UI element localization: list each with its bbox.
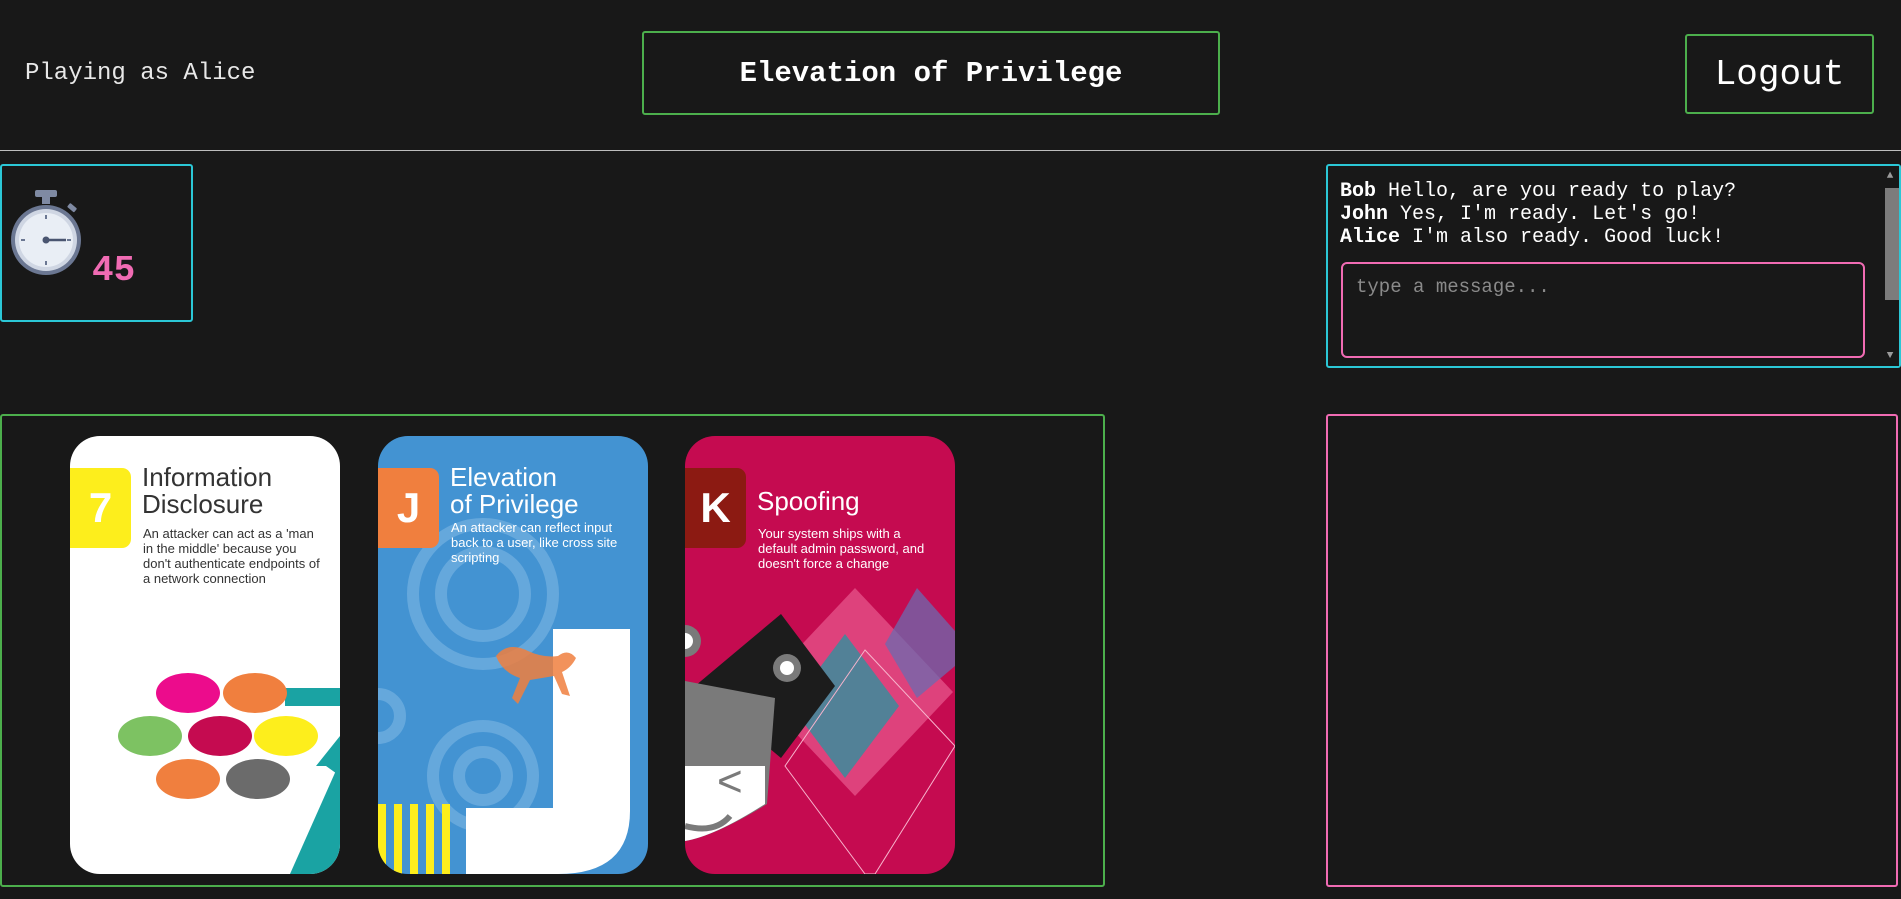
header-divider [0, 150, 1901, 151]
player-hand: 7 Information Disclosure An attacker can… [0, 414, 1105, 887]
card-rank: K [685, 468, 746, 548]
card-information-disclosure-7[interactable]: 7 Information Disclosure An attacker can… [70, 436, 340, 874]
chat-panel: Bob Hello, are you ready to play? John Y… [1326, 164, 1901, 368]
card-suit: Information Disclosure [142, 462, 273, 519]
card-rank: 7 [70, 468, 131, 548]
card-spoofing-k[interactable]: < K Spoofing Your system ships with a de… [685, 436, 955, 874]
scroll-thumb[interactable] [1885, 188, 1899, 300]
timer-panel: 45 [0, 164, 193, 322]
scroll-down-arrow-icon[interactable]: ▼ [1881, 348, 1899, 364]
stopwatch-icon [11, 190, 81, 275]
chat-author: Alice [1340, 226, 1401, 249]
chat-author: Bob [1340, 180, 1377, 203]
card-rank: J [378, 468, 439, 548]
timer-value: 45 [92, 250, 136, 291]
card-description: Your system ships with a default admin p… [758, 526, 925, 571]
logout-button[interactable]: Logout [1685, 34, 1874, 114]
chat-message: John Yes, I'm ready. Let's go! [1340, 203, 1736, 226]
chat-scrollbar[interactable]: ▲ ▼ [1881, 166, 1899, 366]
card-suit: Elevation of Privilege [450, 462, 579, 519]
chat-text: I'm also ready. Good luck! [1412, 226, 1725, 249]
chat-message: Alice I'm also ready. Good luck! [1340, 226, 1736, 249]
card-description: An attacker can reflect input back to a … [451, 520, 618, 565]
card-description: An attacker can act as a 'man in the mid… [143, 526, 320, 586]
chat-message-input[interactable] [1341, 262, 1865, 358]
card-suit: Spoofing [757, 486, 860, 516]
card-elevation-of-privilege-j[interactable]: J Elevation of Privilege An attacker can… [378, 436, 648, 874]
player-label: Playing as Alice [25, 60, 256, 87]
game-title: Elevation of Privilege [642, 31, 1220, 115]
chat-messages: Bob Hello, are you ready to play? John Y… [1340, 180, 1736, 249]
chat-author: John [1340, 203, 1389, 226]
chat-message: Bob Hello, are you ready to play? [1340, 180, 1736, 203]
played-cards-area [1326, 414, 1898, 887]
chat-text: Hello, are you ready to play? [1388, 180, 1737, 203]
chat-text: Yes, I'm ready. Let's go! [1400, 203, 1701, 226]
scroll-up-arrow-icon[interactable]: ▲ [1881, 168, 1899, 184]
svg-text:<: < [717, 757, 743, 806]
